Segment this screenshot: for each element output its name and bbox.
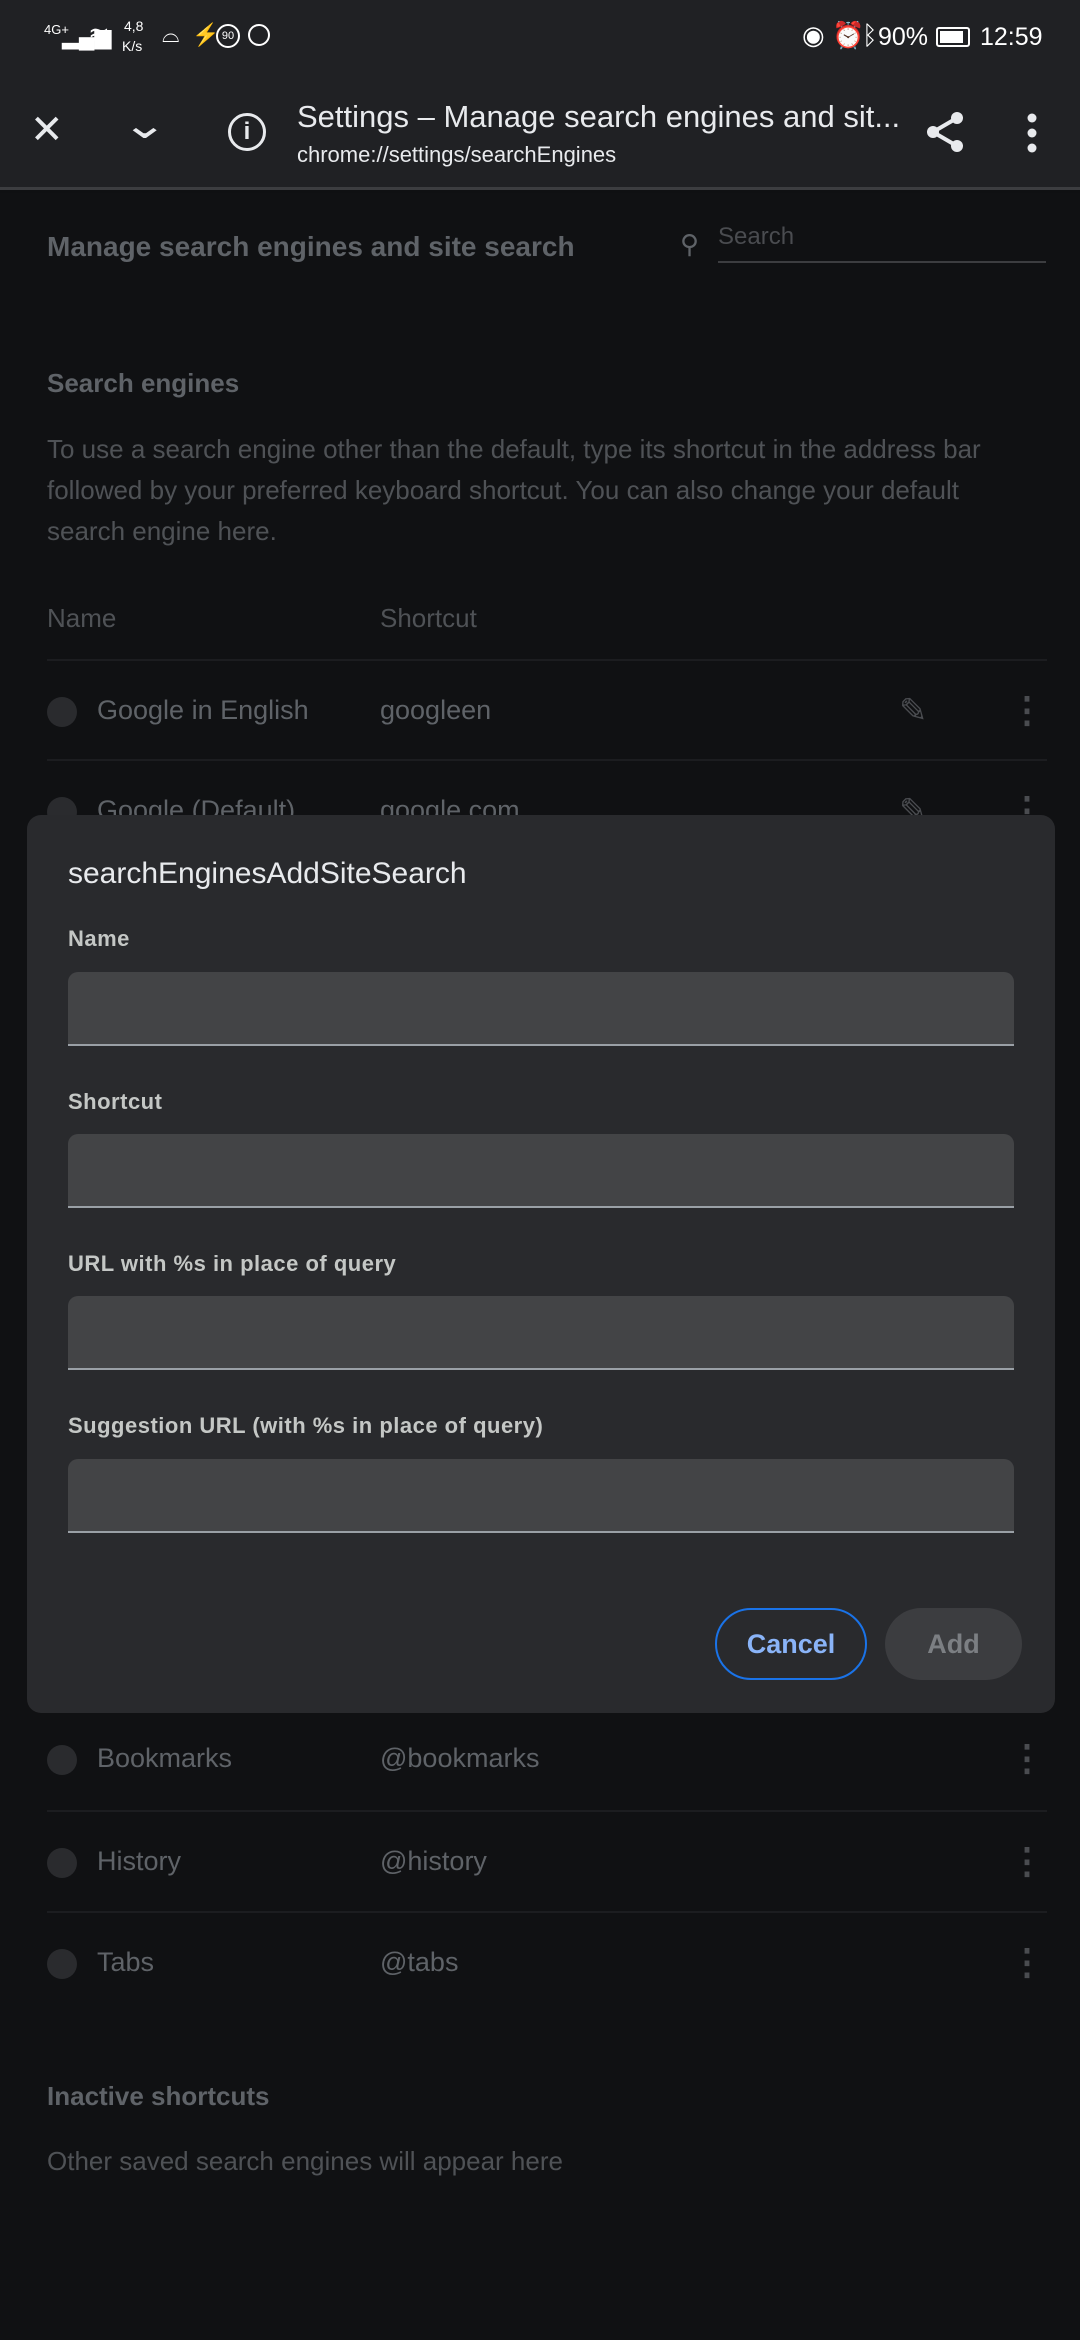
engine-name: Google in English bbox=[97, 695, 309, 725]
site-name: Bookmarks bbox=[97, 1743, 233, 1773]
dialog-title: searchEnginesAddSiteSearch bbox=[68, 857, 467, 890]
site-search-row[interactable]: History @history ⋮ bbox=[47, 1810, 1047, 1910]
add-button[interactable]: Add bbox=[885, 1608, 1022, 1680]
add-site-search-dialog: searchEnginesAddSiteSearch Name Shortcut… bbox=[27, 815, 1055, 1713]
clock: 12:59 bbox=[980, 23, 1043, 51]
column-name: Name bbox=[47, 603, 117, 633]
battery-percent: 90% bbox=[878, 23, 929, 51]
more-menu-icon[interactable] bbox=[1026, 113, 1038, 153]
speed-unit: K/s bbox=[122, 38, 143, 54]
site-search-row[interactable]: Tabs @tabs ⋮ bbox=[47, 1911, 1047, 2011]
globe-icon bbox=[47, 1848, 77, 1878]
alarm-icon: ⏰ bbox=[832, 20, 865, 50]
bluetooth-icon: ᛒ bbox=[862, 20, 878, 50]
battery-icon bbox=[936, 27, 970, 47]
page-title: Settings – Manage search engines and sit… bbox=[297, 99, 901, 134]
chevron-down-icon[interactable]: ⌄ bbox=[121, 105, 168, 145]
url-input[interactable] bbox=[68, 1296, 1014, 1370]
name-input[interactable] bbox=[68, 972, 1014, 1046]
globe-icon bbox=[47, 1745, 77, 1775]
inactive-text: Other saved search engines will appear h… bbox=[47, 2146, 563, 2176]
column-shortcut: Shortcut bbox=[380, 603, 477, 633]
url-label: URL with %s in place of query bbox=[68, 1251, 397, 1276]
browser-toolbar: ✕ ⌄ i Settings – Manage search engines a… bbox=[0, 75, 1080, 190]
globe-icon bbox=[47, 1949, 77, 1979]
site-shortcut: @bookmarks bbox=[380, 1743, 540, 1773]
share-icon[interactable] bbox=[925, 111, 965, 153]
engine-shortcut: googleen bbox=[380, 695, 492, 725]
wifi-icon: ≋ bbox=[88, 20, 110, 50]
search-input[interactable]: Search bbox=[718, 223, 1046, 263]
more-icon[interactable]: ⋮ bbox=[1009, 1737, 1045, 1779]
info-icon[interactable]: i bbox=[228, 113, 266, 151]
shortcut-input[interactable] bbox=[68, 1134, 1014, 1208]
more-icon[interactable]: ⋮ bbox=[1009, 689, 1045, 731]
shortcut-label: Shortcut bbox=[68, 1089, 163, 1114]
eye-icon: ◉ bbox=[802, 20, 825, 50]
section-heading: Manage search engines and site search bbox=[47, 231, 575, 262]
site-shortcut: @history bbox=[380, 1846, 487, 1876]
site-name: Tabs bbox=[97, 1947, 155, 1977]
name-label: Name bbox=[68, 926, 130, 951]
search-icon: ⚲ bbox=[680, 229, 700, 259]
inactive-heading: Inactive shortcuts bbox=[47, 2081, 270, 2111]
edit-icon[interactable]: ✎ bbox=[899, 691, 928, 731]
search-engine-row[interactable]: Google in English googleen ✎ ⋮ bbox=[47, 659, 1047, 759]
suggestion-url-input[interactable] bbox=[68, 1459, 1014, 1533]
speed-value: 4,8 bbox=[124, 18, 144, 34]
search-engines-heading: Search engines bbox=[47, 368, 240, 398]
site-search-row[interactable]: Bookmarks @bookmarks ⋮ bbox=[47, 1709, 1047, 1809]
description: To use a search engine other than the de… bbox=[47, 434, 981, 546]
site-name: History bbox=[97, 1846, 182, 1876]
notification-icon: ⌓ bbox=[162, 22, 180, 47]
url[interactable]: chrome://settings/searchEngines bbox=[297, 142, 616, 168]
globe-icon bbox=[47, 697, 77, 727]
more-icon[interactable]: ⋮ bbox=[1009, 1840, 1045, 1882]
speed-limit-icon: 90 bbox=[216, 24, 240, 48]
cancel-button[interactable]: Cancel bbox=[715, 1608, 867, 1680]
close-icon[interactable]: ✕ bbox=[30, 110, 64, 150]
site-shortcut: @tabs bbox=[380, 1947, 459, 1977]
status-bar: 4G+ ▂▄▆ ≋ 4,8 K/s ⌓ ⚡ 90 ◉ ⏰ ᛒ 90% 12:59 bbox=[0, 0, 1080, 75]
more-icon[interactable]: ⋮ bbox=[1009, 1941, 1045, 1983]
suggestion-url-label: Suggestion URL (with %s in place of quer… bbox=[68, 1413, 544, 1438]
app-icon bbox=[248, 24, 270, 46]
